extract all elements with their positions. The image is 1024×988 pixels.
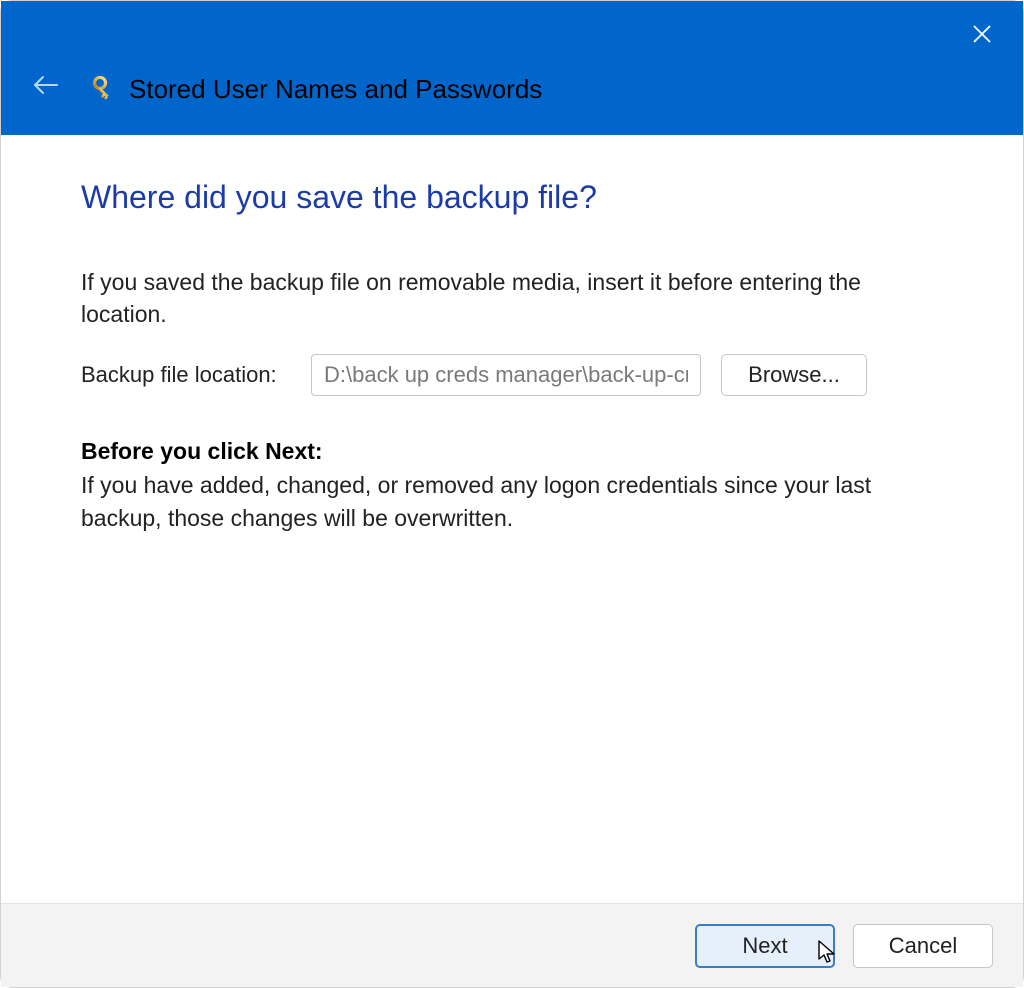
file-location-row: Backup file location: Browse... <box>81 354 943 396</box>
wizard-header: Stored User Names and Passwords <box>1 1 1023 135</box>
wizard-footer: Next Cancel <box>1 903 1023 987</box>
file-location-input[interactable] <box>311 354 701 396</box>
file-location-label: Backup file location: <box>81 362 291 388</box>
key-icon <box>85 75 115 105</box>
close-button[interactable] <box>969 23 995 49</box>
next-button[interactable]: Next <box>695 924 835 968</box>
back-button[interactable] <box>27 69 63 105</box>
warning-text: If you have added, changed, or removed a… <box>81 469 943 533</box>
close-icon <box>972 24 992 49</box>
page-heading: Where did you save the backup file? <box>81 179 943 216</box>
wizard-title: Stored User Names and Passwords <box>129 74 542 105</box>
warning-heading: Before you click Next: <box>81 438 943 465</box>
instruction-text: If you saved the backup file on removabl… <box>81 266 943 330</box>
back-arrow-icon <box>31 74 59 101</box>
cancel-button[interactable]: Cancel <box>853 924 993 968</box>
content-area: Where did you save the backup file? If y… <box>1 135 1023 534</box>
browse-button[interactable]: Browse... <box>721 354 867 396</box>
